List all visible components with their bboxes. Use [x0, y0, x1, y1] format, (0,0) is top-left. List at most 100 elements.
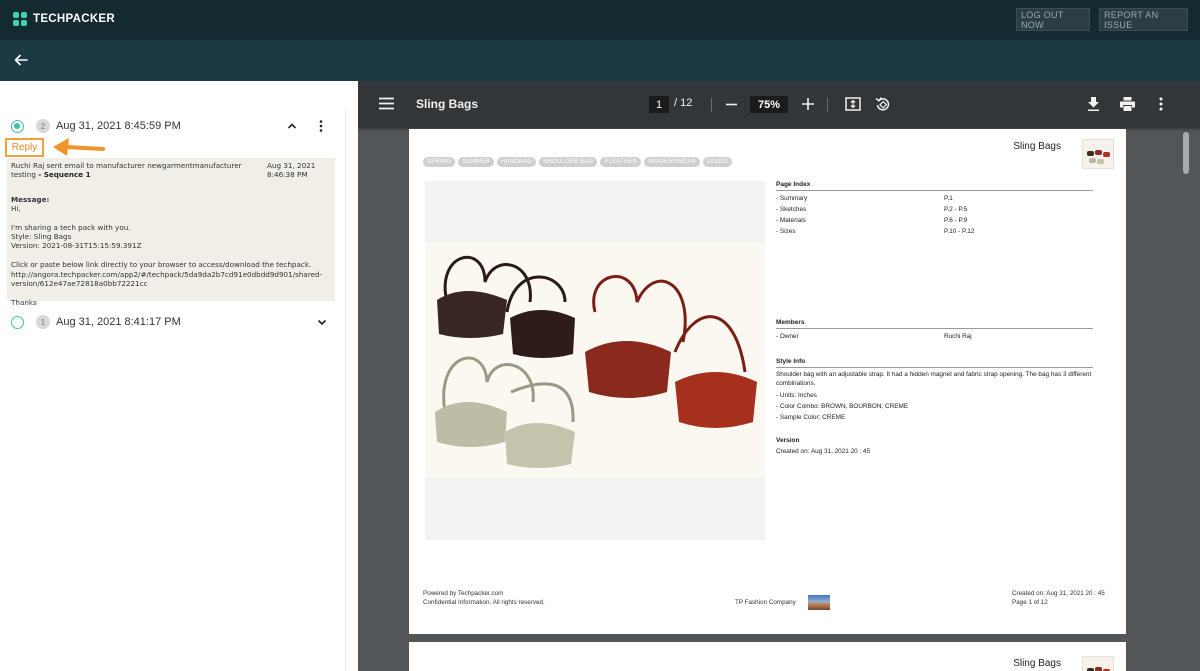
page-total: / 12 [674, 97, 693, 109]
version-heading: Version [776, 437, 800, 444]
member-role: - Owner [776, 333, 799, 340]
toolbar-divider [711, 98, 712, 112]
bag-sketch-image [425, 242, 765, 478]
pdf-page-title: Sling Bags [1013, 141, 1061, 152]
navigation-bar [0, 40, 1200, 81]
pdf-page: Sling Bags SPRING SUMMER HANDBAG SHOULDE… [409, 129, 1126, 634]
product-thumbnail [1082, 656, 1114, 671]
zoom-in-icon[interactable] [802, 98, 814, 110]
tag-list: SPRING SUMMER HANDBAG SHOULDER BAG PLEAT… [423, 157, 732, 167]
zoom-out-icon[interactable] [726, 99, 737, 110]
log-out-button[interactable]: LOG OUT NOW [1016, 8, 1090, 31]
scrollbar-thumb[interactable] [1183, 132, 1189, 174]
pdf-page: Sling Bags [409, 642, 1126, 671]
powered-by-text: Powered by Techpacker.com [423, 590, 504, 597]
index-label: - Summary [776, 195, 808, 202]
member-row: - Owner Ruchi Raj [776, 331, 1093, 342]
tag: WOMENSWEAR [644, 157, 700, 167]
section-rule [776, 190, 1093, 191]
message-label: Message: [11, 195, 50, 204]
menu-icon[interactable] [379, 97, 394, 110]
zoom-level-input[interactable]: 75% [750, 96, 788, 113]
thread-date: Aug 31, 2021 8:45:59 PM [56, 120, 181, 132]
email-thread-panel: 2 Aug 31, 2021 8:45:59 PM Reply Ruchi Ra… [0, 81, 358, 671]
index-row: - Summary P.1 [776, 193, 1093, 204]
chevron-up-icon[interactable] [286, 120, 298, 132]
download-icon[interactable] [1087, 97, 1100, 111]
index-value: P.10 - P.12 [944, 228, 975, 235]
email-message-card: Ruchi Raj sent email to manufacturer new… [7, 158, 335, 307]
back-arrow-icon[interactable] [13, 52, 29, 68]
print-icon[interactable] [1120, 97, 1135, 111]
style-sample-color: - Sample Color: CREME [776, 414, 846, 421]
chevron-down-icon[interactable] [316, 316, 328, 328]
more-actions-icon[interactable] [1158, 97, 1164, 111]
index-row: - Sizes P.10 - P.12 [776, 226, 1093, 237]
sketch-image-frame [425, 181, 765, 540]
index-label: - Materials [776, 217, 806, 224]
viewer-scrollbar[interactable] [1181, 128, 1191, 671]
index-row: - Sketches P.2 - P.5 [776, 204, 1093, 215]
version-created: Created on: Aug 31, 2021 20 : 45 [776, 448, 871, 455]
tag: PLEATHER [600, 157, 642, 167]
thread-date: Aug 31, 2021 8:41:17 PM [56, 316, 181, 328]
brand[interactable]: TECHPACKER [13, 12, 115, 26]
company-name: TP Fashion Company [735, 599, 796, 606]
footer-page-number: Page 1 of 12 [1012, 599, 1048, 606]
pdf-toolbar: Sling Bags 1 / 12 75% [358, 81, 1200, 128]
more-options-icon[interactable] [318, 119, 324, 133]
index-label: - Sketches [776, 206, 807, 213]
page-number-input[interactable]: 1 [649, 96, 669, 113]
page-index-heading: Page Index [776, 181, 811, 188]
index-value: P.2 - P.5 [944, 206, 968, 213]
company-logo-image [808, 595, 830, 610]
email-timestamp: Aug 31, 2021 8:46:38 PM [267, 161, 316, 180]
members-heading: Members [776, 319, 805, 326]
thread-count-badge: 2 [36, 119, 50, 133]
thread-item[interactable]: 1 Aug 31, 2021 8:41:17 PM [0, 312, 345, 332]
pdf-page-title: Sling Bags [1013, 658, 1061, 669]
email-summary: Ruchi Raj sent email to manufacturer new… [11, 161, 261, 180]
reply-button[interactable]: Reply [5, 138, 44, 157]
index-label: - Sizes [776, 228, 796, 235]
pdf-viewer: Sling Bags 1 / 12 75% Sling Bags SPRING … [358, 81, 1200, 671]
index-row: - Materials P.6 - P.9 [776, 215, 1093, 226]
confidential-text: Confidential Information. All rights res… [423, 599, 545, 606]
tag: SHOULDER BAG [539, 157, 598, 167]
thread-item[interactable]: 2 Aug 31, 2021 8:45:59 PM [0, 116, 345, 136]
document-title: Sling Bags [416, 97, 479, 111]
section-rule [776, 367, 1093, 368]
index-value: P.6 - P.9 [944, 217, 968, 224]
rotate-icon[interactable] [875, 96, 891, 112]
thread-count-badge: 1 [36, 315, 50, 329]
style-info-section: Style Info Shoulder bag with an adjustab… [776, 358, 1093, 423]
footer-created: Created on: Aug 31, 2021 20 : 45 [1012, 590, 1105, 597]
toolbar-divider [827, 98, 828, 112]
style-description: Shoulder bag with an adjustable strap. I… [776, 371, 1092, 387]
product-thumbnail [1082, 139, 1114, 169]
version-section: Version Created on: Aug 31, 2021 20 : 45 [776, 437, 870, 457]
tag: SUMMER [458, 157, 495, 167]
pdf-footer-left: Powered by Techpacker.com Confidential I… [423, 589, 545, 607]
tag: HANDBAG [497, 157, 537, 167]
pdf-footer-right: Created on: Aug 31, 2021 20 : 45 Page 1 … [1012, 589, 1105, 607]
style-units: - Units: Inches [776, 392, 817, 399]
email-sequence: - Sequence 1 [38, 170, 91, 180]
style-info-heading: Style Info [776, 358, 806, 365]
tag: 201920 [702, 157, 732, 167]
panel-divider [345, 111, 346, 671]
email-body: Hi, I'm sharing a tech pack with you. St… [11, 204, 323, 307]
thread-radio[interactable] [11, 315, 24, 329]
pointer-arrow-icon [53, 138, 105, 156]
techpacker-logo-icon [13, 12, 27, 26]
page-index-section: Page Index - Summary P.1 - Sketches P.2 - … [776, 181, 1093, 237]
section-rule [776, 328, 1093, 329]
tag: SPRING [423, 157, 456, 167]
report-issue-button[interactable]: REPORT AN ISSUE [1099, 8, 1188, 31]
brand-name: TECHPACKER [33, 13, 116, 25]
member-name: Ruchi Raj [944, 333, 972, 340]
top-header: TECHPACKER LOG OUT NOW REPORT AN ISSUE [0, 0, 1200, 40]
style-color-combo: - Color Combo: BROWN, BOURBON, CREME [776, 403, 909, 410]
fit-to-page-icon[interactable] [845, 97, 861, 111]
thread-radio-selected[interactable] [11, 119, 24, 133]
